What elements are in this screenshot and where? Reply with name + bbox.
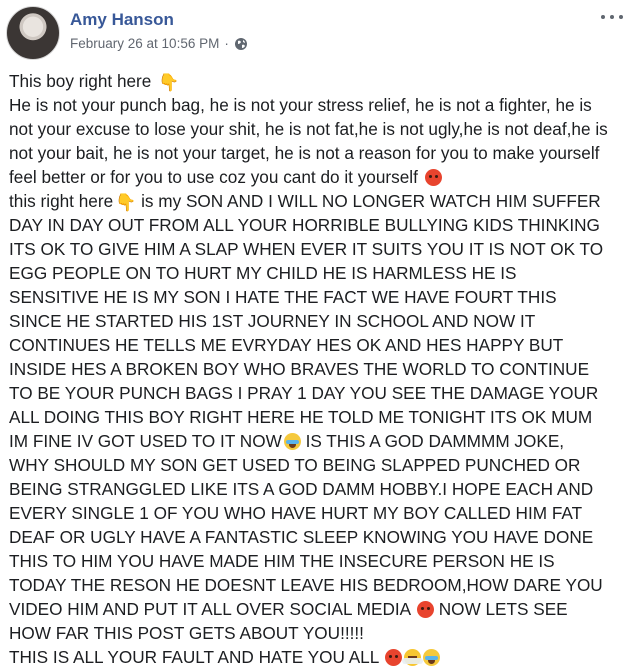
post-line: DAY IN DAY OUT FROM ALL YOUR HORRIBLE BU…	[9, 215, 600, 235]
post-line: SENSITIVE HE IS MY SON I HATE THE FACT W…	[9, 287, 557, 307]
post-line: TODAY THE RESON HE DOESNT LEAVE HIS BEDR…	[9, 575, 603, 595]
author-name[interactable]: Amy Hanson	[70, 10, 174, 30]
post-line: VIDEO HIM AND PUT IT ALL OVER SOCIAL MED…	[9, 599, 568, 619]
post-meta: February 26 at 10:56 PM ·	[70, 36, 248, 51]
facebook-post: Amy Hanson February 26 at 10:56 PM · Thi…	[0, 0, 631, 670]
post-line: INSIDE HES A BROKEN BOY WHO BRAVES THE W…	[9, 359, 590, 379]
post-line: He is not your punch bag, he is not your…	[9, 95, 592, 115]
post-line: ITS OK TO GIVE HIM A SLAP WHEN EVER IT S…	[9, 239, 604, 259]
post-line: this right here 👇 is my SON AND I WILL NO…	[9, 191, 601, 212]
post-line: SINCE HE STARTED HIS 1ST JOURNEY IN SCHO…	[9, 311, 536, 331]
post-header: Amy Hanson February 26 at 10:56 PM ·	[6, 6, 625, 62]
angry-face-icon	[416, 601, 434, 618]
separator-dot: ·	[224, 36, 229, 51]
pointing-down-icon: 👇	[115, 193, 137, 212]
post-line: THIS IS ALL YOUR FAULT AND HATE YOU ALL	[9, 645, 624, 669]
angry-face-icon	[385, 649, 403, 666]
post-line: IM FINE IV GOT USED TO IT NOW IS THIS A …	[9, 431, 565, 451]
post-line: CONTINUES HE TELLS ME EVRYDAY HES OK AND…	[9, 335, 564, 355]
post-line: feel better or for you to use coz you ca…	[9, 165, 624, 189]
more-options-icon[interactable]	[601, 8, 623, 26]
post-line: not your excuse to lose your shit, he is…	[9, 119, 608, 139]
crying-face-icon	[283, 433, 301, 450]
post-line: This boy right here 👇	[9, 71, 180, 92]
crying-face-icon	[423, 649, 441, 666]
post-line: HOW FAR THIS POST GETS ABOUT YOU!!!!!	[9, 623, 364, 643]
post-line: not your bait, he is not your target, he…	[9, 143, 600, 163]
timestamp[interactable]: February 26 at 10:56 PM	[70, 36, 219, 51]
globe-icon[interactable]	[234, 37, 248, 51]
steam-face-icon	[402, 649, 424, 666]
post-line: BEING STRANGGLED LIKE ITS A GOD DAMM HOB…	[9, 479, 594, 499]
post-line: WHY SHOULD MY SON GET USED TO BEING SLAP…	[9, 455, 581, 475]
angry-face-icon	[424, 169, 442, 186]
avatar[interactable]	[6, 6, 60, 60]
post-line: EVERY SINGLE 1 OF YOU WHO HAVE HURT MY B…	[9, 503, 583, 523]
post-body: This boy right here 👇 He is not your pun…	[9, 69, 624, 669]
post-line: ALL DOING THIS BOY RIGHT HERE HE TOLD ME…	[9, 407, 593, 427]
post-line: DEAF OR UGLY HAVE A FANTASTIC SLEEP KNOW…	[9, 527, 594, 547]
pointing-down-icon: 👇	[158, 73, 180, 92]
post-line: THIS TO HIM YOU HAVE MADE HIM THE INSECU…	[9, 551, 555, 571]
post-line: TO BE YOUR PUNCH BAGS I PRAY 1 DAY YOU S…	[9, 383, 599, 403]
post-line: EGG PEOPLE ON TO HURT MY CHILD HE IS HAR…	[9, 263, 517, 283]
